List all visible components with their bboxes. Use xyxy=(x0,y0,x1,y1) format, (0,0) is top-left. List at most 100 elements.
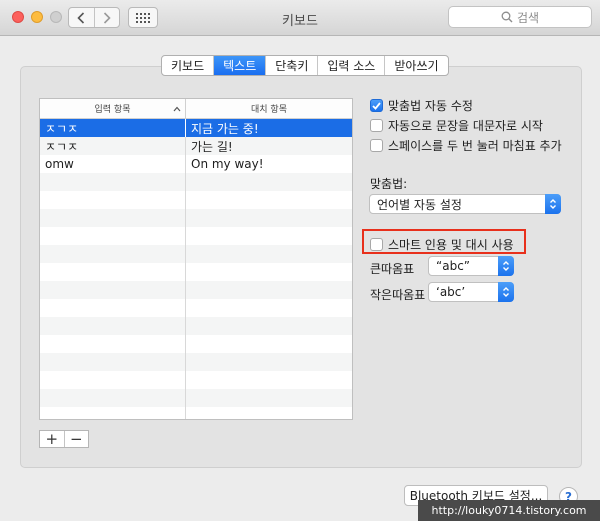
auto-capitalize-label: 자동으로 문장을 대문자로 시작 xyxy=(388,119,543,133)
replace-cell[interactable]: ㅈㄱㅈ xyxy=(40,137,186,155)
empty-table-row xyxy=(40,227,352,245)
empty-table-row xyxy=(40,263,352,281)
search-field[interactable]: 검색 xyxy=(448,6,592,28)
empty-cell xyxy=(40,173,186,191)
updown-chevron-icon xyxy=(503,287,509,297)
empty-table-row xyxy=(40,389,352,407)
single-quotes-stepper[interactable] xyxy=(498,282,514,302)
column-header-with-label: 대치 항목 xyxy=(251,105,287,115)
double-space-period-label: 스페이스를 두 번 눌러 마침표 추가 xyxy=(388,139,562,153)
empty-cell xyxy=(40,407,186,419)
empty-cell xyxy=(186,353,352,371)
empty-cell xyxy=(40,353,186,371)
column-header-with[interactable]: 대치 항목 xyxy=(186,99,352,118)
empty-cell xyxy=(186,389,352,407)
replace-cell[interactable]: omw xyxy=(40,155,186,173)
empty-cell xyxy=(40,389,186,407)
double-quotes-value: “abc” xyxy=(436,259,471,273)
empty-cell xyxy=(186,281,352,299)
with-cell[interactable]: 가는 길! xyxy=(186,137,352,155)
double-space-period-checkbox[interactable]: 스페이스를 두 번 눌러 마침표 추가 xyxy=(370,137,562,154)
single-quotes-value: ‘abc’ xyxy=(436,285,466,299)
spelling-select[interactable]: 언어별 자동 설정 xyxy=(369,194,561,214)
empty-cell xyxy=(40,263,186,281)
annotation-highlight-box xyxy=(362,229,526,254)
autocorrect-checkbox[interactable]: 맞춤법 자동 수정 xyxy=(370,97,473,114)
tab-shortcuts[interactable]: 단축키 xyxy=(265,56,317,75)
empty-table-row xyxy=(40,245,352,263)
empty-cell xyxy=(186,209,352,227)
search-icon xyxy=(501,11,513,23)
tab-dictation[interactable]: 받아쓰기 xyxy=(384,56,447,75)
empty-table-row xyxy=(40,335,352,353)
empty-table-row xyxy=(40,371,352,389)
empty-cell xyxy=(186,173,352,191)
remove-button[interactable]: − xyxy=(63,430,89,448)
tab-input-sources[interactable]: 입력 소스 xyxy=(317,56,384,75)
updown-chevron-icon xyxy=(550,199,556,209)
empty-cell xyxy=(186,191,352,209)
empty-cell xyxy=(186,245,352,263)
autocorrect-label: 맞춤법 자동 수정 xyxy=(388,99,473,113)
empty-cell xyxy=(40,281,186,299)
checkmark-icon xyxy=(372,101,381,110)
updown-chevron-icon xyxy=(503,261,509,271)
search-placeholder: 검색 xyxy=(516,10,540,25)
empty-table-row xyxy=(40,209,352,227)
single-quotes-select[interactable]: ‘abc’ xyxy=(428,282,514,302)
double-quotes-select[interactable]: “abc” xyxy=(428,256,514,276)
double-quotes-label: 큰따옴표 xyxy=(370,262,415,276)
empty-cell xyxy=(40,227,186,245)
empty-table-row xyxy=(40,299,352,317)
with-cell[interactable]: 지금 가는 중! xyxy=(186,119,352,137)
empty-cell xyxy=(40,371,186,389)
empty-cell xyxy=(186,299,352,317)
spelling-select-value: 언어별 자동 설정 xyxy=(377,197,462,212)
empty-cell xyxy=(40,245,186,263)
table-header: 입력 항목 대치 항목 xyxy=(40,99,352,119)
sort-ascending-icon xyxy=(173,106,181,112)
table-controls: + − xyxy=(39,430,89,448)
empty-cell xyxy=(186,371,352,389)
column-header-replace-label: 입력 항목 xyxy=(94,105,131,115)
empty-cell xyxy=(186,335,352,353)
watermark: http://louky0714.tistory.com xyxy=(418,500,600,521)
empty-cell xyxy=(186,227,352,245)
column-header-replace[interactable]: 입력 항목 xyxy=(40,99,186,118)
empty-table-row xyxy=(40,353,352,371)
table-row[interactable]: ㅈㄱㅈ 가는 길! xyxy=(40,137,352,155)
single-quotes-label: 작은따옴표 xyxy=(370,288,426,302)
preferences-window: 키보드 검색 키보드 텍스트 단축키 입력 소스 받아쓰기 입력 항목 대치 항… xyxy=(0,0,600,521)
empty-cell xyxy=(40,335,186,353)
empty-table-row xyxy=(40,281,352,299)
checkbox-box[interactable] xyxy=(370,119,383,132)
empty-table-row xyxy=(40,191,352,209)
checkbox-box[interactable] xyxy=(370,139,383,152)
auto-capitalize-checkbox[interactable]: 자동으로 문장을 대문자로 시작 xyxy=(370,117,543,134)
empty-table-row xyxy=(40,317,352,335)
empty-cell xyxy=(186,317,352,335)
double-quotes-stepper[interactable] xyxy=(498,256,514,276)
tab-text[interactable]: 텍스트 xyxy=(213,56,266,75)
empty-cell xyxy=(40,191,186,209)
text-replacement-table: 입력 항목 대치 항목 ㅈㄱㅈ 지금 가는 중! ㅈㄱㅈ 가는 길! omw O… xyxy=(39,98,353,420)
tab-keyboard[interactable]: 키보드 xyxy=(162,56,213,75)
empty-cell xyxy=(186,407,352,419)
title-bar: 키보드 검색 xyxy=(0,0,600,36)
with-cell[interactable]: On my way! xyxy=(186,155,352,173)
replace-cell[interactable]: ㅈㄱㅈ xyxy=(40,119,186,137)
empty-table-row xyxy=(40,407,352,419)
table-row[interactable]: omw On my way! xyxy=(40,155,352,173)
checkbox-box[interactable] xyxy=(370,99,383,112)
table-body: ㅈㄱㅈ 지금 가는 중! ㅈㄱㅈ 가는 길! omw On my way! xyxy=(40,119,352,419)
spelling-select-stepper[interactable] xyxy=(545,194,561,214)
empty-table-row xyxy=(40,173,352,191)
spelling-label: 맞춤법: xyxy=(370,177,408,191)
empty-cell xyxy=(40,209,186,227)
tab-bar: 키보드 텍스트 단축키 입력 소스 받아쓰기 xyxy=(161,55,449,76)
table-row[interactable]: ㅈㄱㅈ 지금 가는 중! xyxy=(40,119,352,137)
empty-cell xyxy=(40,299,186,317)
empty-cell xyxy=(40,317,186,335)
empty-cell xyxy=(186,263,352,281)
add-button[interactable]: + xyxy=(40,430,64,448)
